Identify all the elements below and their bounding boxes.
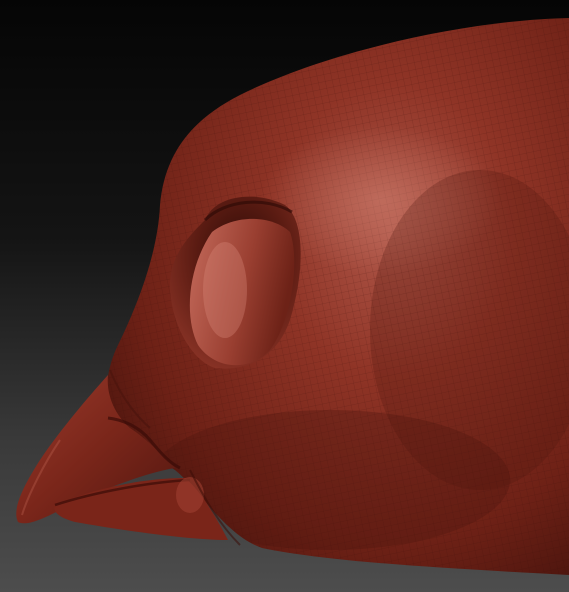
render-viewport xyxy=(0,0,569,592)
sculpt-render xyxy=(16,18,569,575)
